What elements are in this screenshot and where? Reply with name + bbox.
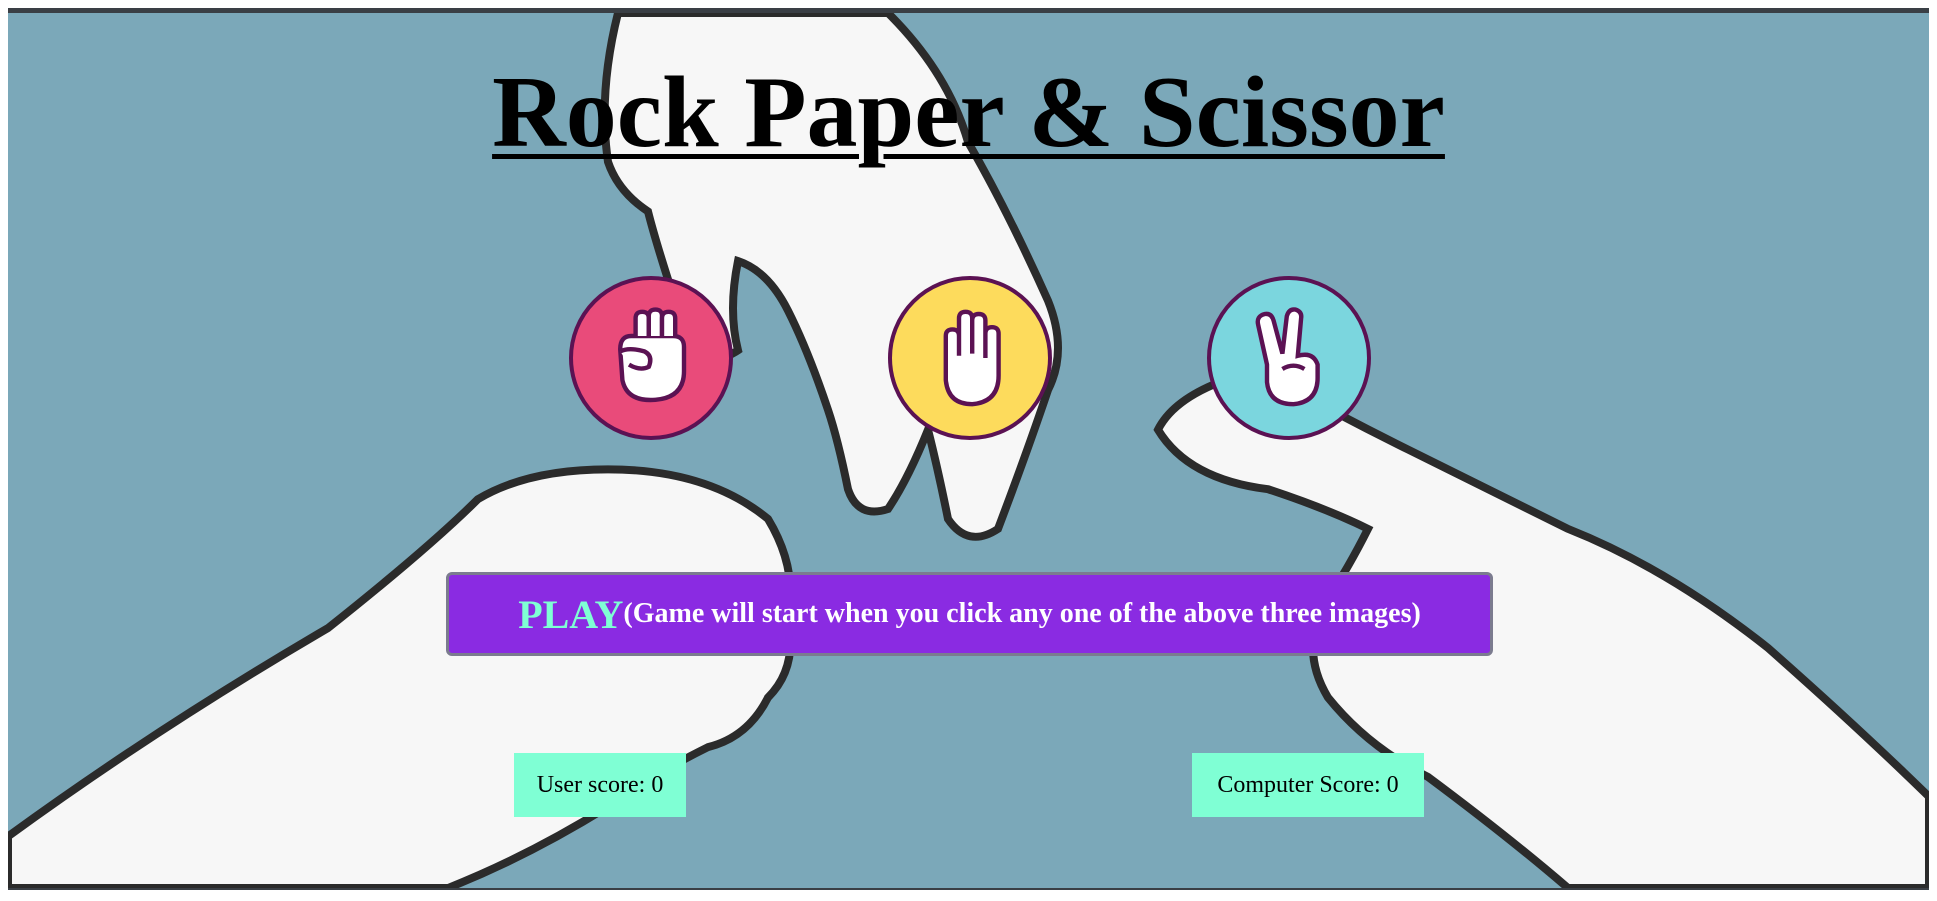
victory-hand-icon [1255, 307, 1320, 407]
open-hand-icon [943, 309, 1001, 407]
computer-score-value: 0 [1386, 771, 1399, 798]
computer-score-label: Computer Score: [1217, 771, 1381, 798]
game-container: Rock Paper & Scissor PLAY (Game will sta… [8, 8, 1929, 890]
paper-choice-button[interactable] [888, 276, 1052, 440]
play-instructions: (Game will start when you click any one … [623, 598, 1421, 629]
page-title: Rock Paper & Scissor [492, 56, 1445, 169]
fist-icon [617, 307, 687, 403]
scissor-choice-button[interactable] [1207, 276, 1371, 440]
play-button[interactable]: PLAY (Game will start when you click any… [446, 572, 1493, 656]
rock-choice-button[interactable] [569, 276, 733, 440]
user-score-value: 0 [651, 771, 664, 798]
user-score-box: User score: 0 [514, 753, 686, 817]
play-label: PLAY [518, 591, 624, 637]
user-score-label: User score: [536, 771, 646, 798]
computer-score-box: Computer Score: 0 [1192, 753, 1424, 817]
